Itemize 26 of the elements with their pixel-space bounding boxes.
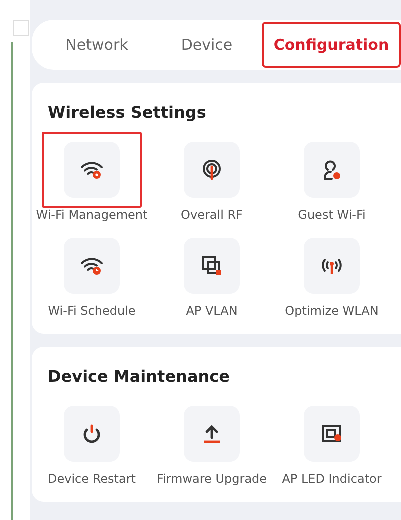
section-title: Wireless Settings: [47, 103, 208, 122]
feature-label: Optimize WLAN: [285, 304, 379, 318]
feature-label: Firmware Upgrade: [156, 472, 268, 486]
feature-tile[interactable]: [184, 142, 240, 198]
section-title: Device Maintenance: [47, 367, 231, 386]
stacked-squares-icon: [200, 254, 224, 278]
checkbox[interactable]: [13, 20, 29, 36]
feature-tile[interactable]: [184, 238, 240, 294]
feature-label: Wi-Fi Management: [36, 208, 148, 222]
rf-target-icon: [200, 158, 224, 182]
feature-label: AP VLAN: [186, 304, 238, 318]
feature-tile[interactable]: [64, 142, 120, 198]
tab[interactable]: Device: [152, 26, 262, 64]
tab[interactable]: Configuration: [262, 22, 401, 68]
feature-tile[interactable]: [304, 238, 360, 294]
feature-tile[interactable]: [64, 406, 120, 462]
feature-label: Guest Wi-Fi: [298, 208, 366, 222]
feature-label: Overall RF: [181, 208, 243, 222]
feature-tile[interactable]: [304, 142, 360, 198]
feature-label: Device Restart: [48, 472, 136, 486]
feature-label: Wi-Fi Schedule: [48, 304, 136, 318]
tab[interactable]: Network: [42, 26, 152, 64]
feature-tile[interactable]: [304, 406, 360, 462]
feature-label: AP LED Indicator: [282, 472, 382, 486]
feature-tile[interactable]: [64, 238, 120, 294]
feature-tile[interactable]: [184, 406, 240, 462]
